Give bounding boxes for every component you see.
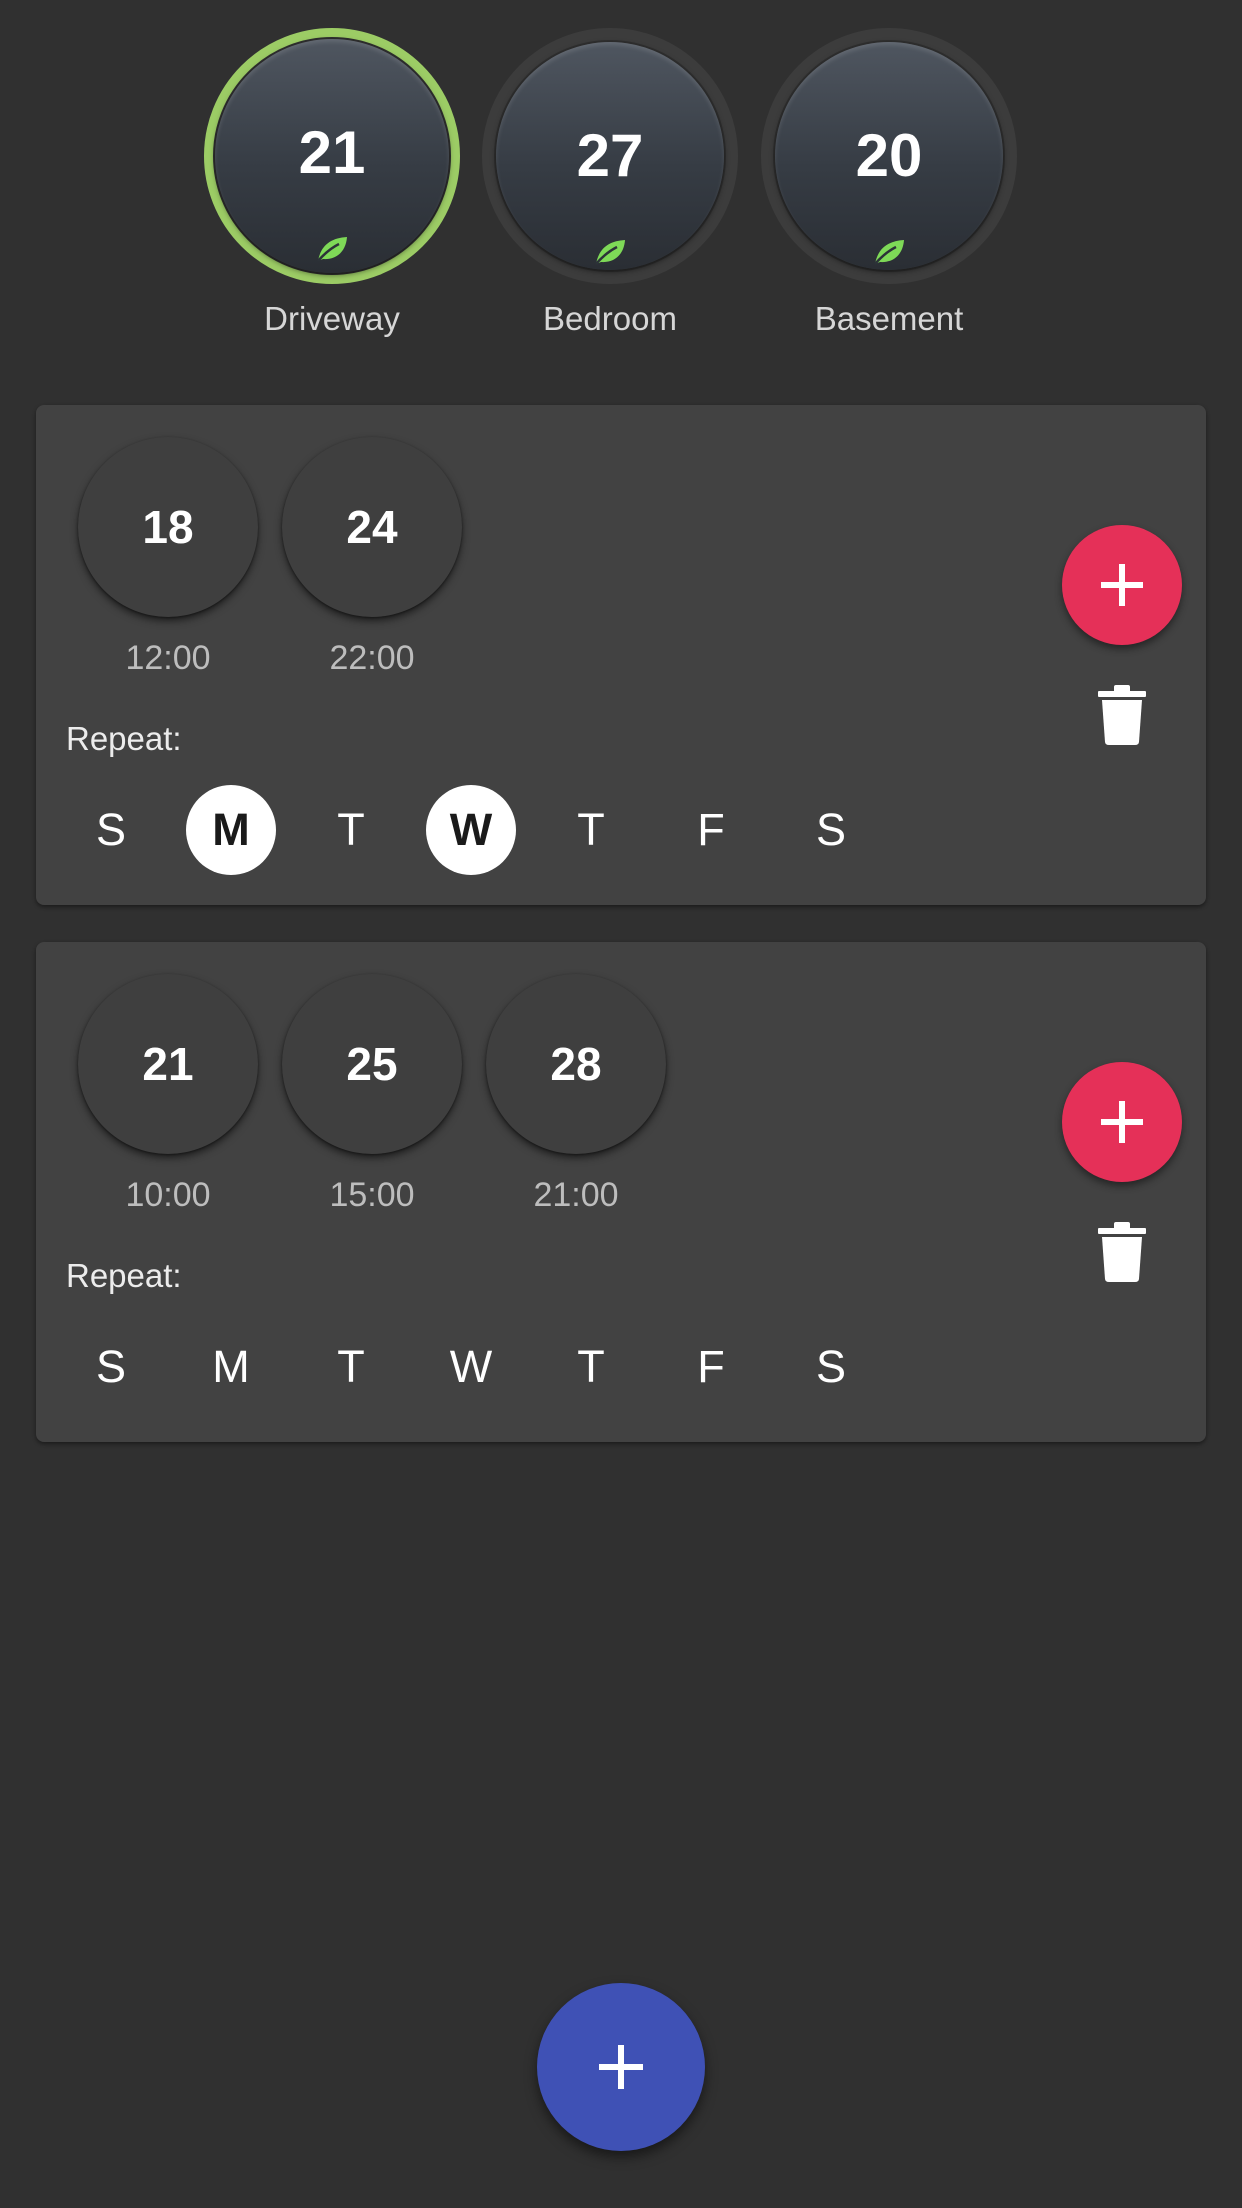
plus-icon xyxy=(1101,1101,1143,1143)
add-setpoint-button[interactable] xyxy=(1062,1062,1182,1182)
trash-icon[interactable] xyxy=(1098,685,1146,745)
setpoint-time[interactable]: 10:00 xyxy=(78,1176,258,1215)
schedule-card: 21 10:00 25 15:00 28 21:00 Repeat: S M T… xyxy=(36,942,1206,1442)
day-toggle-tuesday[interactable]: T xyxy=(306,1322,396,1412)
leaf-icon xyxy=(595,240,625,265)
zone-temperature: 20 xyxy=(855,122,923,189)
zone-ring[interactable]: 20 xyxy=(761,28,1017,284)
thermostat-dial[interactable]: 27 xyxy=(496,42,724,270)
setpoint-temperature[interactable]: 21 xyxy=(78,974,258,1154)
day-toggle-monday[interactable]: M xyxy=(186,1322,276,1412)
thermostat-dial[interactable]: 21 xyxy=(215,39,449,273)
setpoint-temperature[interactable]: 28 xyxy=(486,974,666,1154)
day-toggle-saturday[interactable]: S xyxy=(786,1322,876,1412)
day-toggle-sunday[interactable]: S xyxy=(66,1322,156,1412)
repeat-label: Repeat: xyxy=(66,720,182,757)
zone-name: Driveway xyxy=(264,300,400,337)
setpoint[interactable]: 24 22:00 xyxy=(282,437,462,678)
day-toggle-saturday[interactable]: S xyxy=(786,785,876,875)
setpoint-time[interactable]: 15:00 xyxy=(282,1176,462,1215)
zone-ring[interactable]: 21 xyxy=(204,28,460,284)
leaf-icon xyxy=(317,237,347,262)
setpoint-time[interactable]: 22:00 xyxy=(282,639,462,678)
setpoint-temperature[interactable]: 24 xyxy=(282,437,462,617)
day-toggle-thursday[interactable]: T xyxy=(546,1322,636,1412)
zone-basement[interactable]: 20 Basement xyxy=(759,28,1019,338)
day-toggle-wednesday[interactable]: W xyxy=(426,785,516,875)
setpoint-time[interactable]: 12:00 xyxy=(78,639,258,678)
setpoint[interactable]: 18 12:00 xyxy=(78,437,258,678)
setpoint[interactable]: 21 10:00 xyxy=(78,974,258,1215)
day-toggle-thursday[interactable]: T xyxy=(546,785,636,875)
setpoint[interactable]: 28 21:00 xyxy=(486,974,666,1215)
setpoint[interactable]: 25 15:00 xyxy=(282,974,462,1215)
day-toggle-friday[interactable]: F xyxy=(666,785,756,875)
day-toggle-wednesday[interactable]: W xyxy=(426,1322,516,1412)
plus-icon xyxy=(599,2045,643,2089)
day-toggle-tuesday[interactable]: T xyxy=(306,785,396,875)
thermostat-dial[interactable]: 20 xyxy=(775,42,1003,270)
zone-driveway[interactable]: 21 Driveway xyxy=(202,28,462,338)
zone-temperature: 27 xyxy=(576,122,644,189)
trash-icon[interactable] xyxy=(1098,1222,1146,1282)
setpoint-temperature[interactable]: 25 xyxy=(282,974,462,1154)
zone-selector: 21 Driveway 27 Bedroom 20 Basement xyxy=(0,28,1242,348)
zone-bedroom[interactable]: 27 Bedroom xyxy=(480,28,740,338)
day-toggle-sunday[interactable]: S xyxy=(66,785,156,875)
day-toggle-monday[interactable]: M xyxy=(186,785,276,875)
repeat-label: Repeat: xyxy=(66,1257,182,1294)
add-setpoint-button[interactable] xyxy=(1062,525,1182,645)
day-toggle-friday[interactable]: F xyxy=(666,1322,756,1412)
setpoint-time[interactable]: 21:00 xyxy=(486,1176,666,1215)
zone-ring[interactable]: 27 xyxy=(482,28,738,284)
plus-icon xyxy=(1101,564,1143,606)
leaf-icon xyxy=(874,240,904,265)
zone-name: Bedroom xyxy=(543,300,677,337)
add-schedule-button[interactable] xyxy=(537,1983,705,2151)
schedule-card: 18 12:00 24 22:00 Repeat: S M T W T F S xyxy=(36,405,1206,905)
zone-temperature: 21 xyxy=(298,119,366,186)
zone-name: Basement xyxy=(814,300,964,337)
setpoint-temperature[interactable]: 18 xyxy=(78,437,258,617)
